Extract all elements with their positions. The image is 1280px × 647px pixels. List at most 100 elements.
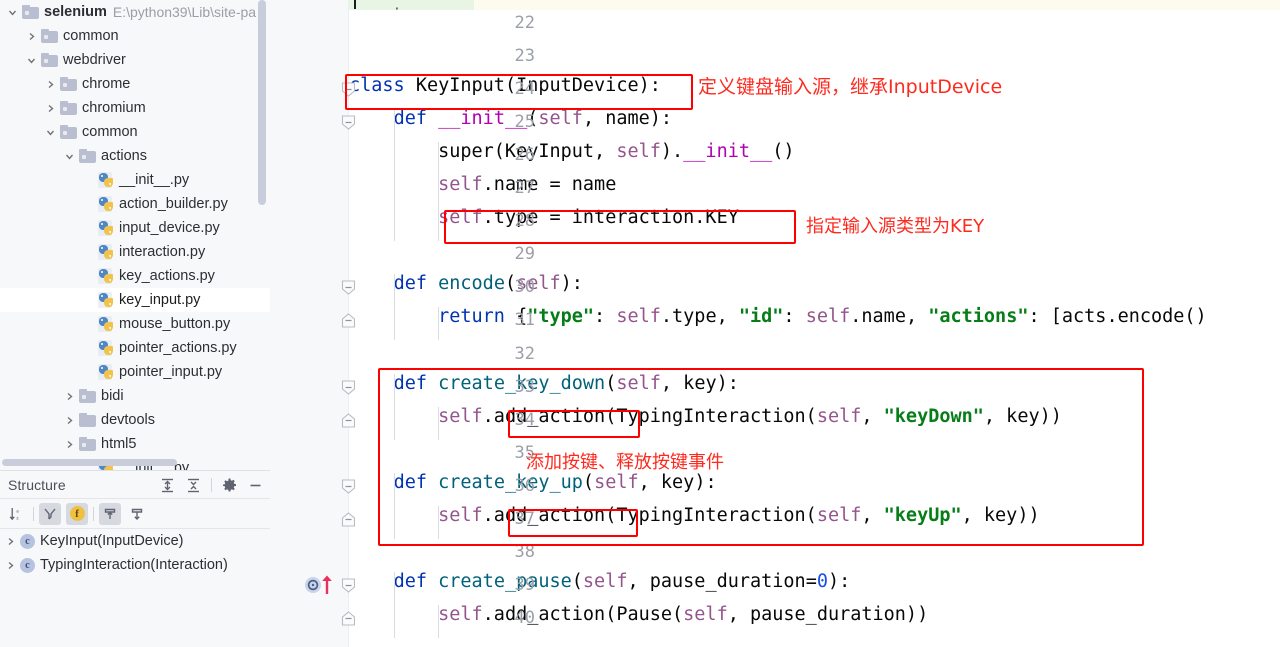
svg-text:a: a	[16, 508, 19, 514]
tree-item-label: common	[63, 28, 119, 44]
minimize-icon[interactable]	[247, 477, 264, 494]
tree-item-mouse-button-py[interactable]: mouse_button.py	[0, 312, 270, 336]
chevron-down-icon[interactable]	[25, 54, 38, 67]
sort-alphabetically-icon[interactable]: a z	[6, 503, 28, 525]
chevron-down-icon[interactable]	[63, 150, 76, 163]
structure-item-label: KeyInput(InputDevice)	[40, 533, 184, 549]
tree-item-common[interactable]: common	[0, 24, 270, 48]
indent-guide	[438, 604, 440, 638]
tree-item-html5[interactable]: html5	[0, 432, 270, 456]
chevron-right-icon[interactable]	[44, 102, 57, 115]
tree-item-common[interactable]: common	[0, 120, 270, 144]
tree-item-action-builder-py[interactable]: action_builder.py	[0, 192, 270, 216]
tree-item-key-input-py[interactable]: key_input.py	[0, 288, 270, 312]
chevron-right-icon[interactable]	[4, 535, 17, 548]
folder-icon	[60, 77, 77, 91]
line-number: 37	[514, 508, 535, 529]
line-number: 40	[514, 607, 535, 628]
gear-icon[interactable]	[221, 477, 238, 494]
editor-gutter[interactable]	[270, 0, 348, 647]
tree-item-input-device-py[interactable]: input_device.py	[0, 216, 270, 240]
code-line-31[interactable]: return {"type": self.type, "id": self.na…	[349, 307, 1207, 327]
filter-icon[interactable]	[39, 502, 61, 525]
structure-item[interactable]: c KeyInput(InputDevice)	[0, 529, 270, 553]
chevron-right-icon[interactable]	[63, 438, 76, 451]
code-line-34[interactable]: self.add_action(TypingInteraction(self, …	[349, 406, 1062, 427]
structure-header-actions	[159, 471, 264, 499]
code-line-37[interactable]: self.add_action(TypingInteraction(self, …	[349, 505, 1039, 526]
indent-guide	[438, 406, 440, 440]
python-file-icon	[98, 364, 115, 380]
project-tree-horizontal-scrollbar[interactable]	[2, 459, 177, 466]
collapse-all-icon[interactable]	[185, 477, 202, 494]
tree-item-pointer-actions-py[interactable]: pointer_actions.py	[0, 336, 270, 360]
folder-icon	[41, 29, 58, 43]
fold-region-end-icon[interactable]	[340, 412, 357, 429]
code-line-26[interactable]: super(KeyInput, self).__init__()	[349, 142, 794, 162]
show-fields-icon[interactable]: f	[66, 502, 88, 525]
code-line-33[interactable]: def create_key_down(self, key):	[349, 373, 739, 394]
fold-region-end-icon[interactable]	[340, 610, 357, 627]
structure-tool-window: Structure a z f c KeyInput(InputDevice) …	[0, 470, 270, 647]
line-number: 27	[514, 178, 535, 199]
folder-icon	[79, 389, 96, 403]
annotation-input-type-key: 指定输入源类型为KEY	[806, 216, 985, 237]
project-file-tree[interactable]: selenium E:\python39\Lib\site-pa common web…	[0, 0, 270, 470]
fold-region-end-icon[interactable]	[340, 511, 357, 528]
tree-item-webdriver[interactable]: webdriver	[0, 48, 270, 72]
show-inherited-up-icon[interactable]	[99, 502, 121, 525]
chevron-right-icon[interactable]	[44, 78, 57, 91]
tree-item-actions[interactable]: actions	[0, 144, 270, 168]
line-number: 36	[514, 475, 535, 496]
folder-icon	[41, 53, 58, 67]
tree-item-interaction-py[interactable]: interaction.py	[0, 240, 270, 264]
fold-region-start-icon[interactable]	[340, 379, 357, 396]
line-number: 34	[514, 409, 535, 430]
chevron-down-icon[interactable]	[44, 126, 57, 139]
tree-item-devtools[interactable]: devtools	[0, 408, 270, 432]
class-badge-icon: c	[20, 557, 35, 573]
show-inherited-down-icon[interactable]	[126, 503, 148, 525]
chevron-right-icon[interactable]	[63, 414, 76, 427]
chevron-right-icon[interactable]	[25, 30, 38, 43]
python-file-icon	[98, 268, 115, 284]
folder-icon	[22, 5, 39, 19]
code-line-40[interactable]: self.add_action(Pause(self, pause_durati…	[349, 604, 928, 625]
tree-item-label: webdriver	[63, 52, 126, 68]
fold-region-start-icon[interactable]	[340, 81, 357, 98]
code-line-30[interactable]: def encode(self):	[349, 274, 583, 294]
fold-region-start-icon[interactable]	[340, 279, 357, 296]
tree-item-init-py[interactable]: __init__.py	[0, 168, 270, 192]
fold-region-end-icon[interactable]	[340, 312, 357, 329]
code-line-28[interactable]: self.type = interaction.KEY	[349, 208, 739, 228]
chevron-right-icon[interactable]	[63, 390, 76, 403]
expand-all-icon[interactable]	[159, 477, 176, 494]
tree-item-label: pointer_input.py	[119, 364, 223, 380]
project-tree-vertical-scrollbar[interactable]	[258, 0, 266, 205]
line-number: 26	[514, 145, 535, 166]
tree-item-bidi[interactable]: bidi	[0, 384, 270, 408]
tree-item-chrome[interactable]: chrome	[0, 72, 270, 96]
tree-item-selenium[interactable]: selenium E:\python39\Lib\site-pa	[0, 0, 270, 24]
code-line-39[interactable]: def create_pause(self, pause_duration=0)…	[349, 571, 851, 592]
tree-item-chromium[interactable]: chromium	[0, 96, 270, 120]
structure-panel-header: Structure	[0, 471, 270, 499]
fold-region-start-icon[interactable]	[340, 114, 357, 131]
code-line-27[interactable]: self.name = name	[349, 175, 616, 195]
chevron-down-icon[interactable]	[6, 6, 19, 19]
tree-item-pointer-input-py[interactable]: pointer_input.py	[0, 360, 270, 384]
indent-guide	[438, 142, 440, 242]
indent-guide	[393, 274, 395, 341]
tree-item-label: bidi	[101, 388, 124, 404]
run-method-gutter-icon[interactable]	[304, 575, 344, 595]
chevron-right-icon[interactable]	[4, 559, 17, 572]
line-number: 23	[514, 46, 535, 67]
toolbar-separator	[93, 506, 94, 521]
indent-guide	[438, 307, 440, 341]
fold-region-start-icon[interactable]	[340, 478, 357, 495]
structure-item[interactable]: c TypingInteraction(Interaction)	[0, 553, 270, 577]
structure-tree[interactable]: c KeyInput(InputDevice) c TypingInteraction…	[0, 529, 270, 577]
tree-item-label: chromium	[82, 100, 146, 116]
line-number: 29	[514, 244, 535, 265]
tree-item-key-actions-py[interactable]: key_actions.py	[0, 264, 270, 288]
